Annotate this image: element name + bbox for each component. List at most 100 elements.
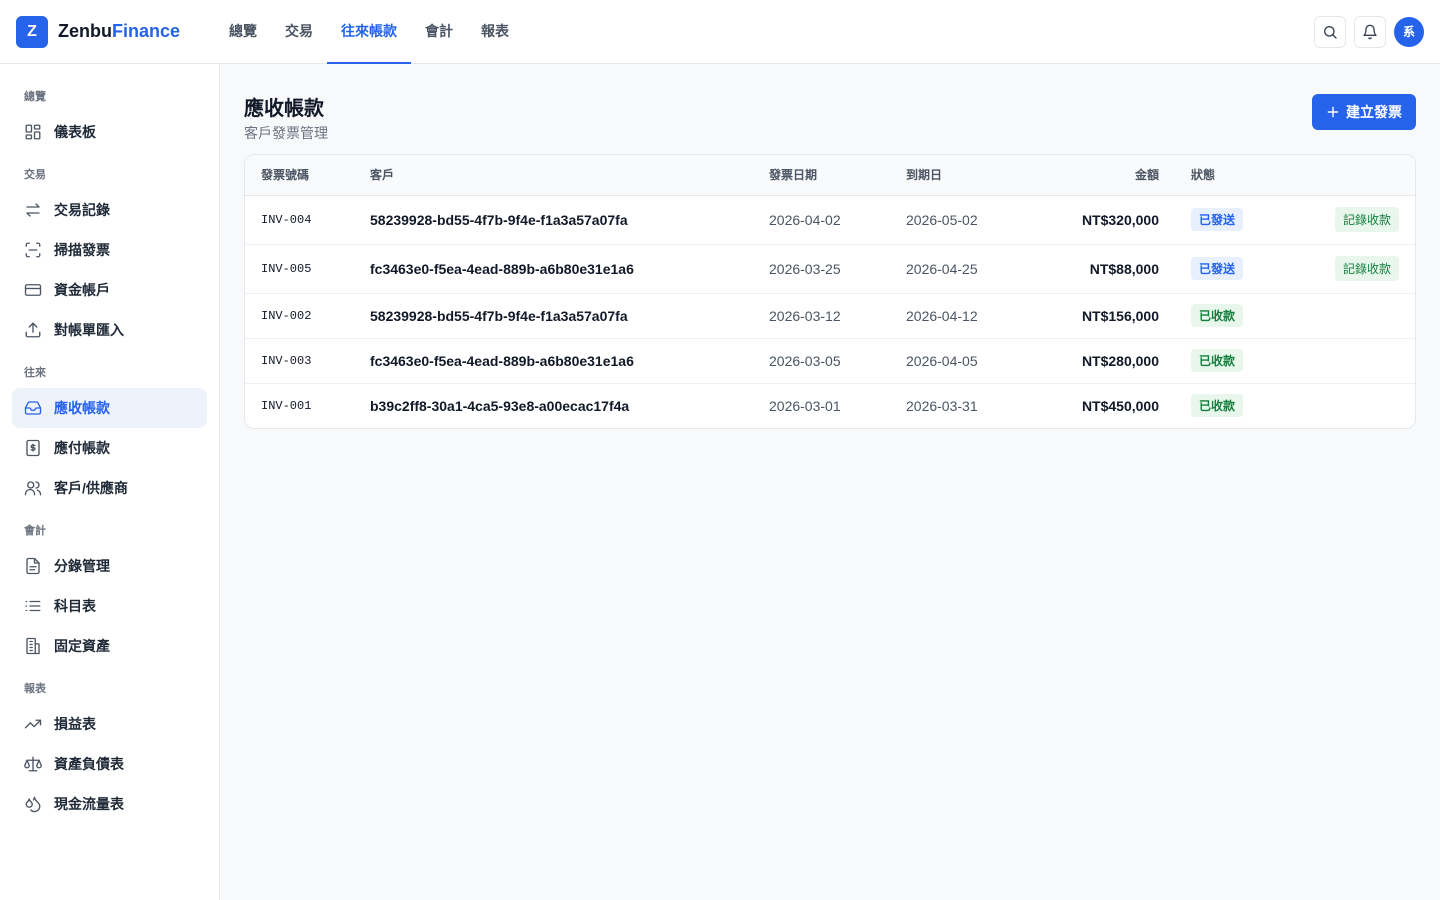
sidebar-group-title: 總覽 [24,91,46,103]
sidebar: 總覽 儀表板 交易 交易記錄 掃描發票 資金帳戶 對帳單匯入 往來 應收帳款 應… [0,64,220,900]
search-icon [1324,25,1337,39]
topnav-reports[interactable]: 報表 [467,0,523,64]
sidebar-group-title: 交易 [24,169,46,181]
header-status[interactable]: 狀態 [1175,155,1295,196]
sidebar-item-dashboard[interactable]: 儀表板 [12,112,207,152]
dollar-document-icon [24,439,42,457]
notifications-button[interactable] [1354,15,1386,48]
action-cell: 記錄收款 [1295,244,1415,294]
status-badge: 已收款 [1191,349,1244,372]
invoices-table-card: 發票號碼 客戶 發票日期 到期日 金額 狀態 INV-004 58239928-… [244,154,1416,429]
sidebar-item-label: 資產負債表 [54,756,124,772]
sidebar-item-scan-invoice[interactable]: 掃描發票 [12,230,207,270]
record-payment-button[interactable]: 記錄收款 [1334,256,1399,281]
page-header: 應收帳款 客戶發票管理 建立發票 [244,88,1416,154]
status-badge: 已發送 [1191,208,1244,231]
topnav-receivables-payables[interactable]: 往來帳款 [327,0,411,64]
invoice-number: INV-003 [245,338,354,384]
header-amount[interactable]: 金額 [1027,155,1175,196]
table-row[interactable]: INV-004 58239928-bd55-4f7b-9f4e-f1a3a57a… [245,195,1415,245]
header-due-date[interactable]: 到期日 [890,155,1027,196]
status-cell: 已發送 [1175,195,1295,245]
sidebar-item-label: 對帳單匯入 [54,322,124,338]
issue-date: 2026-03-05 [753,338,890,384]
create-invoice-label: 建立發票 [1346,104,1402,120]
users-icon [24,479,42,497]
header-issue-date[interactable]: 發票日期 [753,155,890,196]
bell-icon [1363,24,1377,39]
issue-date: 2026-04-02 [753,195,890,245]
sidebar-item-label: 損益表 [54,716,96,732]
record-payment-button[interactable]: 記錄收款 [1334,207,1399,232]
sidebar-group-title: 會計 [24,525,46,537]
user-avatar[interactable]: 系 [1394,16,1424,47]
topnav-overview[interactable]: 總覽 [215,0,271,64]
header-invoice-number[interactable]: 發票號碼 [245,155,354,196]
topnav-accounting[interactable]: 會計 [411,0,467,64]
sidebar-item-label: 固定資產 [54,638,110,654]
sidebar-item-chart-of-accounts[interactable]: 科目表 [12,586,207,626]
action-cell [1295,383,1415,428]
top-nav: 總覽 交易 往來帳款 會計 報表 [215,0,523,64]
due-date: 2026-03-31 [906,397,978,414]
upload-icon [24,321,42,339]
sidebar-group-title: 往來 [24,367,46,379]
plus-icon [1327,106,1339,118]
issue-date: 2026-03-12 [753,293,890,339]
sidebar-item-balance-sheet[interactable]: 資產負債表 [12,744,207,784]
create-invoice-button[interactable]: 建立發票 [1312,94,1416,130]
status-cell: 已收款 [1175,293,1295,339]
credit-card-icon [24,281,42,299]
sidebar-item-statement-import[interactable]: 對帳單匯入 [12,310,207,350]
sidebar-group-transactions: 交易 交易記錄 掃描發票 資金帳戶 對帳單匯入 [12,166,207,350]
trending-up-icon [24,715,42,733]
issue-date: 2026-03-01 [769,397,841,414]
sidebar-item-label: 科目表 [54,598,96,614]
topnav-transactions[interactable]: 交易 [271,0,327,64]
status-cell: 已發送 [1175,244,1295,294]
sidebar-item-cash-flow[interactable]: 現金流量表 [12,784,207,824]
due-date: 2026-04-12 [890,293,1027,339]
invoice-number: INV-004 [245,195,354,245]
page-subtitle: 客戶發票管理 [244,125,328,141]
top-actions: 系 [1314,15,1424,48]
sidebar-group-title: 報表 [24,683,46,695]
header-customer[interactable]: 客戶 [354,155,753,196]
amount: NT$156,000 [1027,293,1175,339]
action-cell: 記錄收款 [1295,195,1415,245]
cash-flow-icon [24,795,42,813]
amount: NT$320,000 [1027,195,1175,245]
scan-icon [24,241,42,259]
header-actions [1295,155,1415,196]
sidebar-group-accounting: 會計 分錄管理 科目表 固定資產 [12,522,207,666]
table-row[interactable]: INV-003 fc3463e0-f5ea-4ead-889b-a6b80e31… [245,338,1415,384]
sidebar-item-income-statement[interactable]: 損益表 [12,704,207,744]
arrows-exchange-icon [24,201,42,219]
table-row[interactable]: INV-005 fc3463e0-f5ea-4ead-889b-a6b80e31… [245,244,1415,294]
status-badge: 已收款 [1191,394,1244,418]
sidebar-item-receivables[interactable]: 應收帳款 [12,388,207,428]
issue-date: 2026-03-25 [753,244,890,294]
brand[interactable]: Z ZenbuFinance [16,15,215,48]
main-content: 應收帳款 客戶發票管理 建立發票 發票號碼 客戶 發票日期 到期日 金額 狀態 [220,64,1440,900]
customer-id: b39c2ff8-30a1-4ca5-93e8-a00ecac17f4a [370,397,630,414]
sidebar-item-fund-accounts[interactable]: 資金帳戶 [12,270,207,310]
invoice-number: INV-001 [261,398,312,413]
top-bar: Z ZenbuFinance 總覽 交易 往來帳款 會計 報表 系 [0,0,1440,64]
sidebar-item-customers-suppliers[interactable]: 客戶/供應商 [12,468,207,508]
due-date: 2026-04-05 [890,338,1027,384]
sidebar-item-fixed-assets[interactable]: 固定資產 [12,626,207,666]
page-title: 應收帳款 [244,98,324,120]
search-button[interactable] [1314,15,1346,48]
table-row[interactable]: INV-001 b39c2ff8-30a1-4ca5-93e8-a00ecac1… [245,383,1415,428]
status-badge: 已收款 [1191,304,1244,327]
table-row[interactable]: INV-002 58239928-bd55-4f7b-9f4e-f1a3a57a… [245,293,1415,339]
sidebar-item-payables[interactable]: 應付帳款 [12,428,207,468]
sidebar-group-overview: 總覽 儀表板 [12,88,207,152]
amount: NT$450,000 [1081,397,1159,414]
sidebar-item-label: 應收帳款 [54,400,110,416]
dashboard-icon [24,123,42,141]
brand-name-part2: Finance [112,21,181,41]
sidebar-item-journal-entries[interactable]: 分錄管理 [12,546,207,586]
sidebar-item-transaction-records[interactable]: 交易記錄 [12,190,207,230]
